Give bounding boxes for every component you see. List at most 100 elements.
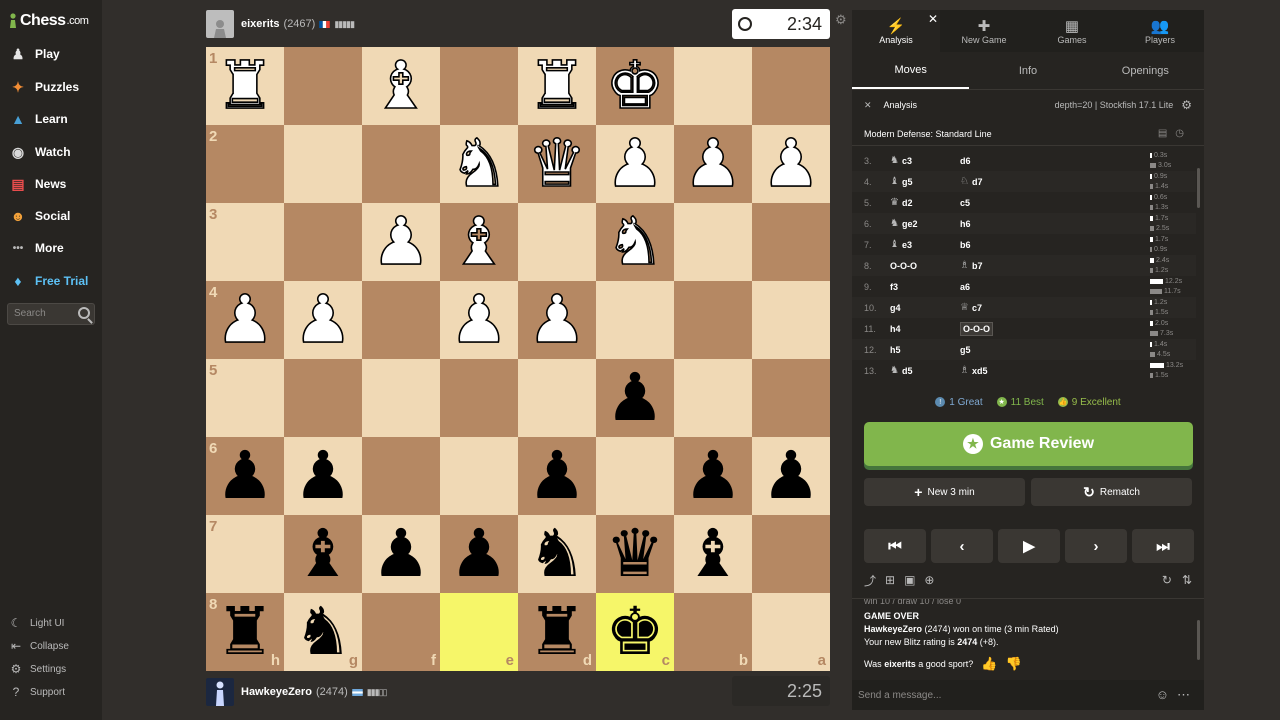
zoom-icon[interactable]: ⊕ (924, 573, 934, 587)
nav-collapse[interactable]: ⇤ Collapse (8, 638, 69, 654)
board-square[interactable] (362, 125, 440, 203)
board-square[interactable] (596, 281, 674, 359)
white-pawn-icon[interactable]: ♟ (371, 208, 432, 276)
board-square[interactable] (752, 203, 830, 281)
white-move[interactable]: ♞ d5 (890, 365, 960, 376)
chess-board[interactable]: 1 ♜ ♝ ♜ ♚ 2 ♞ ♛ ♟ ♟ ♟ 3 ♟ ♝ ♞ 4 ♟ ♟ ♟ ♟ 5 ♟ 6 ♟ ♟ ♟ ♟ ♟ 7 ♝ ♟ ♟ ♞ ♛ ♝ 8 h ♜ g ♞… (206, 47, 830, 671)
board-square[interactable]: 4 ♟ (206, 281, 284, 359)
board-square[interactable]: a (752, 593, 830, 671)
board-square[interactable]: ♝ (440, 203, 518, 281)
board-square[interactable]: ♟ (596, 125, 674, 203)
board-square[interactable]: 1 ♜ (206, 47, 284, 125)
last-move-button[interactable]: ⏭ (1132, 529, 1194, 563)
game-review-button[interactable]: ★ Game Review (864, 422, 1193, 466)
free-trial-link[interactable]: ♦ Free Trial (8, 270, 88, 292)
tab-games[interactable]: ▦ Games (1028, 10, 1116, 52)
black-pawn-icon[interactable]: ♟ (371, 521, 430, 587)
board-square[interactable]: ♟ (518, 281, 596, 359)
board-square[interactable] (440, 47, 518, 125)
play-button[interactable]: ▶ (998, 529, 1060, 563)
board-square[interactable] (674, 47, 752, 125)
chat-input[interactable]: Send a message... ☺⋯ (852, 680, 1204, 710)
white-move[interactable]: ♝ e3 (890, 239, 960, 250)
more-options-icon[interactable]: ⋯ (1177, 687, 1198, 702)
board-square[interactable]: 6 ♟ (206, 437, 284, 515)
nav-learn[interactable]: ▲ Learn (8, 108, 68, 130)
board-square[interactable]: 7 (206, 515, 284, 593)
black-knight-icon[interactable]: ♞ (293, 599, 352, 665)
nav-news[interactable]: ▤ News (8, 173, 66, 195)
board-square[interactable] (284, 359, 362, 437)
board-square[interactable]: ♟ (518, 437, 596, 515)
black-king-icon[interactable]: ♚ (605, 599, 664, 665)
nav-play[interactable]: ♟ Play (8, 43, 60, 65)
bottom-player-name[interactable]: HawkeyeZero (241, 686, 312, 698)
board-square[interactable] (752, 281, 830, 359)
board-square[interactable] (674, 281, 752, 359)
board-square[interactable]: ♟ (674, 125, 752, 203)
board-square[interactable]: f (362, 593, 440, 671)
board-settings-icon[interactable]: ⚙ (835, 12, 847, 28)
nav-support[interactable]: ? Support (8, 684, 65, 700)
white-move[interactable]: ♞ ge2 (890, 218, 960, 229)
thumbs-down-icon[interactable]: 👎 (1005, 656, 1021, 672)
nav-social[interactable]: ☻ Social (8, 205, 71, 227)
emoji-icon[interactable]: ☺ (1156, 687, 1177, 702)
black-knight-icon[interactable]: ♞ (527, 521, 586, 587)
add-game-icon[interactable]: ⊞ (885, 573, 895, 587)
bottom-player-avatar[interactable] (206, 678, 234, 706)
black-pawn-icon[interactable]: ♟ (761, 443, 820, 509)
board-square[interactable] (674, 359, 752, 437)
white-knight-icon[interactable]: ♞ (605, 208, 666, 276)
board-square[interactable] (284, 47, 362, 125)
board-square[interactable] (752, 47, 830, 125)
board-square[interactable]: ♟ (362, 203, 440, 281)
black-queen-icon[interactable]: ♛ (605, 521, 664, 587)
black-pawn-icon[interactable]: ♟ (449, 521, 508, 587)
board-square[interactable] (362, 281, 440, 359)
tab-new-game[interactable]: ✚ New Game (940, 10, 1028, 52)
board-square[interactable]: 3 (206, 203, 284, 281)
board-square[interactable] (518, 203, 596, 281)
nav-light-ui[interactable]: ☾ Light UI (8, 615, 65, 631)
board-square[interactable]: ♞ (440, 125, 518, 203)
white-rook-icon[interactable]: ♜ (527, 52, 588, 120)
top-player-name[interactable]: eixerits (241, 18, 280, 30)
black-bishop-icon[interactable]: ♝ (293, 521, 352, 587)
chess-logo[interactable]: Chess .com (8, 10, 89, 32)
board-square[interactable]: ♝ (362, 47, 440, 125)
next-move-button[interactable]: › (1065, 529, 1127, 563)
board-square[interactable] (752, 515, 830, 593)
thumbs-up-icon[interactable]: 👍 (981, 656, 997, 672)
black-move[interactable]: ♗ xd5 (960, 365, 1030, 376)
white-move[interactable]: h4 (890, 324, 960, 334)
black-pawn-icon[interactable]: ♟ (683, 443, 742, 509)
opening-name[interactable]: Modern Defense: Standard Line (864, 129, 992, 139)
board-square[interactable] (596, 437, 674, 515)
board-square[interactable]: ♟ (440, 515, 518, 593)
board-square[interactable] (752, 359, 830, 437)
copy-pgn-icon[interactable]: ▤ (1158, 128, 1175, 139)
board-square[interactable] (518, 359, 596, 437)
black-move[interactable]: c5 (960, 198, 1030, 208)
chat-scrollbar[interactable] (1197, 620, 1200, 660)
white-rook-icon[interactable]: ♜ (215, 52, 276, 120)
board-square[interactable]: ♜ (518, 47, 596, 125)
board-square[interactable]: g ♞ (284, 593, 362, 671)
black-rook-icon[interactable]: ♜ (215, 599, 274, 665)
board-square[interactable]: 8 h ♜ (206, 593, 284, 671)
board-square[interactable] (284, 203, 362, 281)
black-pawn-icon[interactable]: ♟ (605, 365, 664, 431)
black-move[interactable]: h6 (960, 219, 1030, 229)
white-pawn-icon[interactable]: ♟ (215, 286, 276, 354)
white-move[interactable]: ♝ g5 (890, 176, 960, 187)
black-pawn-icon[interactable]: ♟ (293, 443, 352, 509)
board-square[interactable]: ♝ (674, 515, 752, 593)
white-pawn-icon[interactable]: ♟ (449, 286, 510, 354)
board-square[interactable]: d ♜ (518, 593, 596, 671)
board-square[interactable]: ♛ (518, 125, 596, 203)
board-square[interactable]: ♟ (596, 359, 674, 437)
white-pawn-icon[interactable]: ♟ (605, 130, 666, 198)
black-rook-icon[interactable]: ♜ (527, 599, 586, 665)
board-square[interactable]: ♟ (674, 437, 752, 515)
